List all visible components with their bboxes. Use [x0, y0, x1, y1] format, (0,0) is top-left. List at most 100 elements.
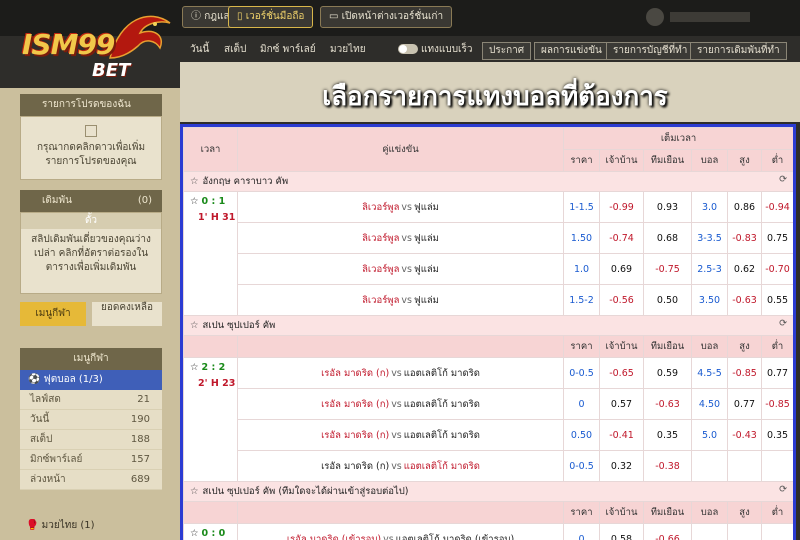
away-odds[interactable]: -0.63 — [643, 388, 692, 420]
favorite-star-icon[interactable]: ☆ — [190, 176, 199, 187]
over-odds[interactable]: 0.62 — [727, 253, 762, 285]
away-odds[interactable]: 0.59 — [643, 357, 692, 389]
away-odds[interactable]: -0.38 — [643, 450, 692, 482]
refresh-icon[interactable]: ⟳ — [779, 318, 787, 329]
handicap-line[interactable]: 0 — [563, 523, 600, 540]
away-odds-value: 0.50 — [656, 294, 679, 306]
under-odds[interactable]: 0.75 — [760, 222, 793, 254]
ou-line[interactable]: 4.5-5 — [691, 357, 728, 389]
old-version-button[interactable]: ▭ เปิดหน้าต่างเวอร์ชั่นเก่า — [320, 6, 453, 28]
under-odds[interactable]: -0.94 — [760, 191, 793, 223]
over-odds[interactable]: -0.85 — [727, 357, 762, 389]
over-odds[interactable]: 0.77 — [727, 388, 762, 420]
football-early[interactable]: ล่วงหน้า 689 — [20, 470, 162, 490]
handicap-line[interactable]: 1.50 — [563, 222, 600, 254]
away-team: ฟูแล่ม — [413, 294, 439, 306]
home-odds-value: 0.32 — [610, 460, 633, 472]
site-logo[interactable]: ISM99 BET — [0, 8, 190, 88]
under-odds[interactable]: -0.70 — [760, 253, 793, 285]
bet-list-button[interactable]: รายการเดิมพันที่ทำ — [690, 42, 787, 60]
ou-line — [691, 523, 728, 540]
away-odds-value: -0.38 — [655, 460, 680, 472]
home-odds[interactable]: -0.65 — [599, 357, 644, 389]
menu-today[interactable]: วันนี้ — [190, 42, 209, 57]
handicap-line[interactable]: 1.0 — [563, 253, 600, 285]
home-odds[interactable]: -0.56 — [599, 284, 644, 316]
under-odds[interactable]: 0.77 — [760, 357, 793, 389]
home-odds[interactable]: 0.57 — [599, 388, 644, 420]
account-statement-button[interactable]: รายการบัญชีที่ทำ — [606, 42, 695, 60]
over-odds[interactable]: 0.86 — [727, 191, 762, 223]
ou-line[interactable]: 3.50 — [691, 284, 728, 316]
sub-col-3: บอล — [691, 335, 728, 358]
handicap-line[interactable]: 0.50 — [563, 419, 600, 451]
match-teams: ลิเวอร์พูล vs ฟูแล่ม — [237, 284, 564, 316]
away-odds-value: -0.63 — [655, 398, 680, 410]
over-odds[interactable]: -0.63 — [727, 284, 762, 316]
col-sub-4: สูง — [727, 149, 762, 172]
away-odds[interactable]: 0.50 — [643, 284, 692, 316]
sports-menu-button[interactable]: เมนูกีฬา — [20, 302, 86, 326]
football-live[interactable]: ไลฟ์สด 21 — [20, 390, 162, 410]
favorite-star-icon[interactable]: ☆ — [190, 196, 202, 207]
home-team: เรอัล มาดริด (ก) — [321, 398, 390, 410]
away-odds[interactable]: 0.68 — [643, 222, 692, 254]
away-odds[interactable]: 0.35 — [643, 419, 692, 451]
balance-button[interactable]: ยอดคงเหลือ — [92, 302, 162, 326]
handicap-line[interactable]: 0-0.5 — [563, 357, 600, 389]
ou-line[interactable]: 5.0 — [691, 419, 728, 451]
ou-line[interactable]: 4.50 — [691, 388, 728, 420]
handicap-line[interactable]: 1-1.5 — [563, 191, 600, 223]
home-odds[interactable]: 0.58 — [599, 523, 644, 540]
ou-line[interactable]: 3-3.5 — [691, 222, 728, 254]
away-odds[interactable]: 0.93 — [643, 191, 692, 223]
results-button[interactable]: ผลการแข่งขัน — [534, 42, 609, 60]
over-odds-value: -0.63 — [732, 294, 757, 306]
match-time-cell: ☆ 2 : 2 2' H 23 — [183, 357, 238, 482]
over-odds-value: 0.62 — [733, 263, 756, 275]
handicap-line[interactable]: 1.5-2 — [563, 284, 600, 316]
user-avatar[interactable] — [646, 8, 664, 26]
home-odds[interactable]: -0.74 — [599, 222, 644, 254]
menu-muay-thai[interactable]: มวยไทย — [330, 42, 366, 57]
under-odds[interactable]: -0.85 — [760, 388, 793, 420]
favorite-star-icon[interactable]: ☆ — [190, 320, 199, 331]
home-odds-value: -0.41 — [609, 429, 634, 441]
football-mix-parlay[interactable]: มิกซ์พาร์เลย์ 157 — [20, 450, 162, 470]
refresh-icon[interactable]: ⟳ — [779, 174, 787, 185]
football-step[interactable]: สเต็ป 188 — [20, 430, 162, 450]
match-row: เรอัล มาดริด (ก) vs แอตเลติโก้ มาดริด 0-0.5… — [184, 450, 793, 482]
home-odds[interactable]: -0.41 — [599, 419, 644, 451]
under-odds[interactable]: 0.35 — [760, 419, 793, 451]
away-odds[interactable]: -0.66 — [643, 523, 692, 540]
favorite-star-icon[interactable]: ☆ — [190, 528, 202, 539]
away-odds[interactable]: -0.75 — [643, 253, 692, 285]
favorite-star-icon[interactable]: ☆ — [190, 362, 202, 373]
ou-line[interactable]: 3.0 — [691, 191, 728, 223]
home-odds[interactable]: 0.32 — [599, 450, 644, 482]
bet-slip-header[interactable]: เดิมพัน (0) — [20, 190, 162, 212]
under-odds-value: -0.94 — [765, 201, 790, 213]
logo-sub: BET — [92, 60, 131, 81]
handicap-line[interactable]: 0 — [563, 388, 600, 420]
menu-mix-parlay[interactable]: มิกซ์ พาร์เลย์ — [260, 42, 316, 57]
handicap-line-value: 1-1.5 — [569, 201, 594, 213]
home-odds[interactable]: 0.69 — [599, 253, 644, 285]
refresh-icon[interactable]: ⟳ — [779, 484, 787, 495]
under-odds[interactable]: 0.55 — [760, 284, 793, 316]
announcement-button[interactable]: ประกาศ — [482, 42, 532, 60]
favorite-star-icon[interactable]: ☆ — [190, 486, 199, 497]
over-odds[interactable]: -0.83 — [727, 222, 762, 254]
sport-muay-thai[interactable]: 🥊 มวยไทย (1) — [20, 516, 162, 536]
quick-bet-toggle[interactable]: แทงแบบเร็ว — [398, 42, 472, 57]
sport-football[interactable]: ⚽ ฟุตบอล (1/3) — [20, 370, 162, 390]
menu-step[interactable]: สเต็ป — [224, 42, 246, 57]
football-today[interactable]: วันนี้ 190 — [20, 410, 162, 430]
over-odds[interactable]: -0.43 — [727, 419, 762, 451]
bet-slip-empty-text: สลิปเดิมพันเดี่ยวของคุณว่างเปล่า คลิกที่… — [31, 234, 151, 273]
league-subheader-row: ราคา เจ้าบ้าน ทีมเยือน บอล สูง ต่ำ — [183, 501, 793, 524]
home-odds[interactable]: -0.99 — [599, 191, 644, 223]
handicap-line[interactable]: 0-0.5 — [563, 450, 600, 482]
ou-line[interactable]: 2.5-3 — [691, 253, 728, 285]
mobile-version-button[interactable]: ▯ เวอร์ชั่นมือถือ — [228, 6, 314, 28]
